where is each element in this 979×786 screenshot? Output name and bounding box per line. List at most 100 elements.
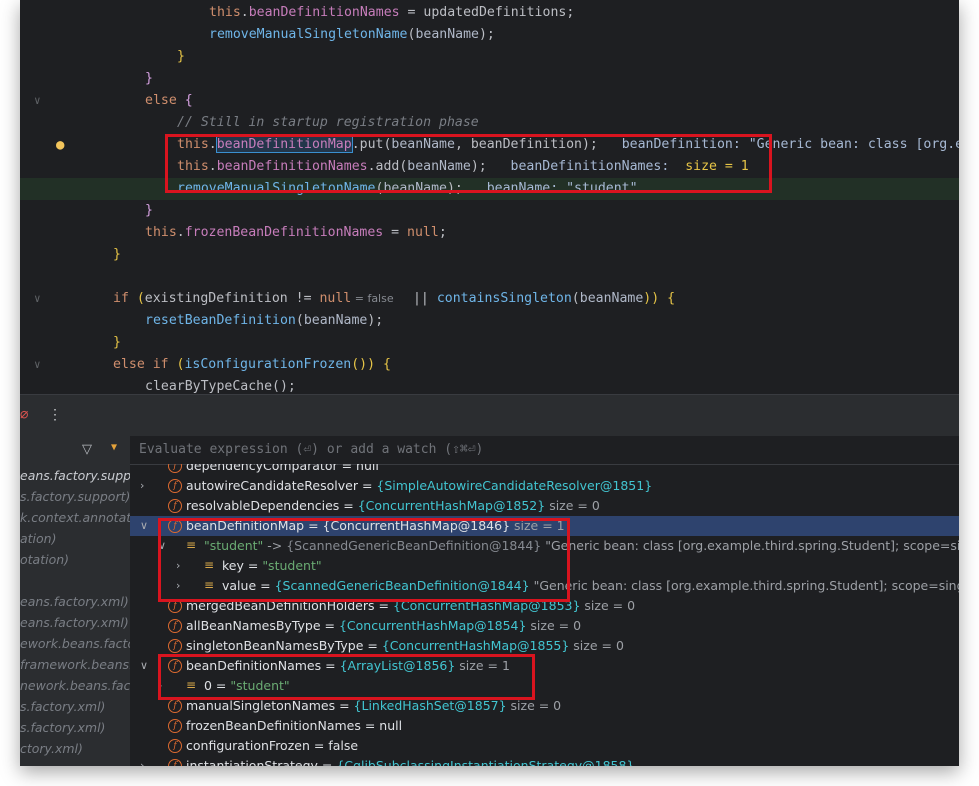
stack-frame-item[interactable]: ation)	[20, 528, 56, 549]
code-token: beanDefinitionNames	[216, 159, 368, 174]
variable-row[interactable]: › f instantiationStrategy = {CglibSubclass…	[130, 756, 959, 766]
code-editor[interactable]: this.beanDefinitionNames = updatedDefini…	[20, 0, 959, 394]
stack-frame-item[interactable]: ework.beans.facto	[20, 633, 130, 654]
fold-toggle-icon[interactable]: ∨	[34, 354, 41, 376]
variable-row[interactable]: f dependencyComparator = null	[130, 464, 959, 476]
variable-row[interactable]: › f autowireCandidateResolver = {SimpleAut…	[130, 476, 959, 496]
variable-row[interactable]: f configurationFrozen = false	[130, 736, 959, 756]
code-token: size = 1	[685, 159, 749, 174]
code-line[interactable]: removeManualSingletonName(beanName);	[20, 24, 959, 46]
code-token: =	[383, 225, 408, 240]
lightbulb-icon[interactable]: ●	[56, 134, 64, 156]
code-token: this	[145, 225, 177, 240]
stack-frame-item[interactable]: eans.factory.suppor	[20, 465, 130, 486]
code-token: )) {	[643, 291, 676, 306]
code-text: else if (isConfigurationFrozen()) {	[113, 354, 391, 376]
code-line[interactable]: }	[20, 200, 959, 222]
field-icon: f	[168, 499, 182, 513]
code-token: this	[209, 5, 241, 20]
variable-val: null	[356, 464, 379, 473]
code-text: // Still in startup registration phase	[177, 112, 479, 134]
code-line[interactable]: }	[20, 244, 959, 266]
stack-frame-item[interactable]: otation)	[20, 549, 69, 570]
stack-frame-item[interactable]: framework.beans.	[20, 654, 130, 675]
filter-icon[interactable]: ▽	[82, 442, 92, 457]
code-line[interactable]: clearByTypeCache();	[20, 376, 959, 394]
expand-arrow-icon[interactable]: ›	[140, 476, 144, 496]
variable-row[interactable]: f allBeanNamesByType = {ConcurrentHashMap…	[130, 616, 959, 636]
variable-row[interactable]: ∨ f beanDefinitionMap = {ConcurrentHashMap…	[130, 516, 959, 536]
expand-arrow-icon[interactable]: ›	[176, 576, 180, 596]
collapse-arrow-icon[interactable]: ∨	[140, 516, 148, 536]
variable-row[interactable]: f mergedBeanDefinitionHolders = {Concurre…	[130, 596, 959, 616]
code-line[interactable]	[20, 266, 959, 288]
more-options-icon[interactable]: ⋮	[48, 407, 62, 423]
stack-frame-item[interactable]: k.context.annotatio	[20, 507, 130, 528]
field-icon: f	[168, 619, 182, 633]
code-token: beanDefinition	[470, 137, 582, 152]
evaluate-expression-input[interactable]: Evaluate expression (⏎) or add a watch (…	[139, 442, 483, 457]
code-line[interactable]: ● this.beanDefinitionMap.put(beanName, be…	[20, 134, 959, 156]
frames-filter-bar: ▽ ▼	[20, 436, 130, 464]
code-line[interactable]: }	[20, 332, 959, 354]
code-text: clearByTypeCache();	[145, 376, 296, 394]
code-line[interactable]: removeManualSingletonName(beanName); bea…	[20, 178, 959, 200]
code-line[interactable]: this.beanDefinitionNames = updatedDefini…	[20, 2, 959, 24]
stack-frame-item[interactable]: nework.beans.fact	[20, 675, 130, 696]
code-token: if	[113, 291, 129, 306]
mute-breakpoints-icon[interactable]: ⌀	[20, 407, 28, 423]
expand-arrow-icon[interactable]: ›	[176, 556, 180, 576]
variable-row[interactable]: f manualSingletonNames = {LinkedHashSet@1…	[130, 696, 959, 716]
code-line[interactable]: // Still in startup registration phase	[20, 112, 959, 134]
code-line[interactable]: this.beanDefinitionNames.add(beanName); …	[20, 156, 959, 178]
code-token: );	[367, 313, 384, 328]
map-entry-icon: ≡	[204, 558, 215, 572]
code-line[interactable]: ∨ else {	[20, 90, 959, 112]
filter-dropdown-icon[interactable]: ▼	[111, 442, 117, 453]
code-token: beanDefinition: "Generic bean: class [or…	[597, 137, 959, 152]
code-line[interactable]: ∨ if (existingDefinition != null = false …	[20, 288, 959, 310]
code-token: .	[240, 5, 249, 20]
fold-toggle-icon[interactable]: ∨	[34, 288, 41, 310]
map-entry-icon: ≡	[186, 538, 197, 552]
variable-row[interactable]: › ≡ value = {ScannedGenericBeanDefinition@…	[130, 576, 959, 596]
variable-eq: =	[360, 718, 380, 733]
code-line[interactable]: resetBeanDefinition(beanName);	[20, 310, 959, 332]
stack-frame-item[interactable]: s.factory.support)	[20, 486, 130, 507]
variable-row[interactable]: f resolvableDependencies = {ConcurrentHas…	[130, 496, 959, 516]
stack-frame-item[interactable]: s.factory.xml)	[20, 696, 105, 717]
variable-row[interactable]: f singletonBeanNamesByType = {ConcurrentH…	[130, 636, 959, 656]
code-line[interactable]: }	[20, 68, 959, 90]
stack-frame-item[interactable]: s.factory.xml)	[20, 717, 105, 738]
variable-text: allBeanNamesByType = {ConcurrentHashMap@…	[186, 616, 581, 636]
variable-text: frozenBeanDefinitionNames = null	[186, 716, 402, 736]
variable-name: dependencyComparator	[186, 464, 338, 473]
code-token: beanName	[579, 291, 644, 306]
stack-frame-item[interactable]: ctory.xml)	[20, 738, 83, 759]
expand-arrow-icon[interactable]: ›	[158, 676, 162, 696]
variable-name: "student"	[204, 538, 264, 553]
code-line[interactable]: this.frozenBeanDefinitionNames = null;	[20, 222, 959, 244]
variable-row[interactable]: ∨ ≡ "student" -> {ScannedGenericBeanDefini…	[130, 536, 959, 556]
code-token: beanName: "student"	[462, 181, 638, 196]
variable-row[interactable]: f frozenBeanDefinitionNames = null	[130, 716, 959, 736]
stack-frame-item[interactable]: eans.factory.xml)	[20, 612, 129, 633]
variable-val: {ConcurrentHashMap@1854}	[338, 618, 527, 633]
variable-row[interactable]: › ≡ key = "student"	[130, 556, 959, 576]
variable-eq: =	[357, 478, 377, 493]
code-token: }	[145, 71, 153, 86]
variable-row[interactable]: › ≡ 0 = "student"	[130, 676, 959, 696]
code-token: beanDefinitionNames:	[486, 159, 686, 174]
code-line[interactable]: ∨ else if (isConfigurationFrozen()) {	[20, 354, 959, 376]
fold-toggle-icon[interactable]: ∨	[34, 90, 41, 112]
variable-extra: size = 0	[580, 598, 636, 613]
code-line[interactable]: }	[20, 46, 959, 68]
collapse-arrow-icon[interactable]: ∨	[140, 656, 148, 676]
variable-val: {ConcurrentHashMap@1846}	[322, 518, 511, 533]
variable-row[interactable]: ∨ f beanDefinitionNames = {ArrayList@1856}…	[130, 656, 959, 676]
stack-frame-item[interactable]: eans.factory.xml)	[20, 591, 129, 612]
variable-extra: size = 0	[526, 618, 582, 633]
collapse-arrow-icon[interactable]: ∨	[158, 536, 166, 556]
variable-name: configurationFrozen	[186, 738, 310, 753]
expand-arrow-icon[interactable]: ›	[140, 756, 144, 766]
